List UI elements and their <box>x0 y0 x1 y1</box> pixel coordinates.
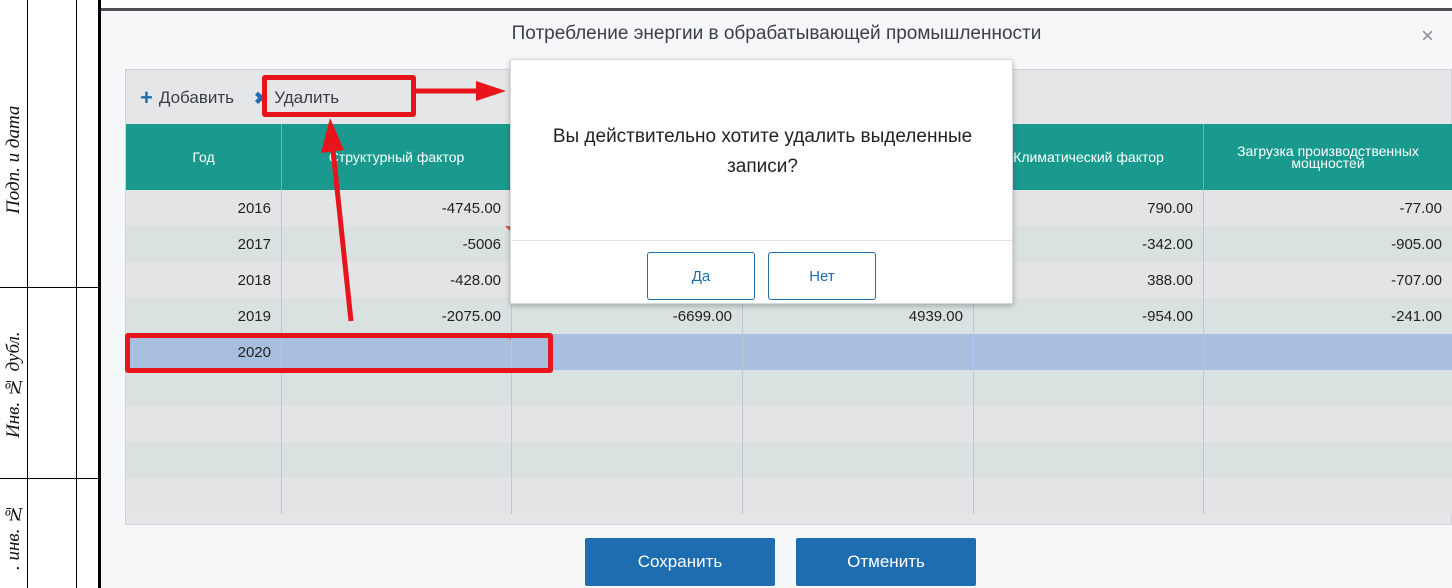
table-cell-year[interactable]: 2019 <box>126 298 282 334</box>
table-cell-c5[interactable] <box>1204 334 1452 370</box>
table-cell-c4[interactable] <box>974 478 1204 514</box>
delete-confirm-popup: Вы действительно хотите удалить выделенн… <box>510 59 1013 304</box>
column-header-structural[interactable]: Структурный фактор <box>282 124 512 190</box>
table-cell-c1[interactable] <box>282 406 512 442</box>
annotation-box-delete <box>262 75 416 117</box>
table-cell-year[interactable] <box>126 370 282 406</box>
column-header-capacity-load[interactable]: Загрузка производственных мощностей <box>1204 124 1452 190</box>
table-cell-c5[interactable]: -707.00 <box>1204 262 1452 298</box>
table-cell-year[interactable]: 2018 <box>126 262 282 298</box>
table-cell-c4[interactable] <box>974 334 1204 370</box>
table-cell-c4[interactable] <box>974 442 1204 478</box>
plus-icon: + <box>140 85 153 110</box>
table-cell-c2[interactable] <box>512 370 743 406</box>
table-cell-c2[interactable] <box>512 442 743 478</box>
table-cell-year[interactable] <box>126 442 282 478</box>
table-cell-c1[interactable] <box>282 370 512 406</box>
table-cell-year[interactable] <box>126 406 282 442</box>
table-cell-c3[interactable] <box>743 406 974 442</box>
margin-line <box>27 0 28 588</box>
stamp-label-dup-inv: Инв. № дубл. <box>3 331 24 439</box>
confirm-message: Вы действительно хотите удалить выделенн… <box>552 126 973 177</box>
margin-line <box>76 0 77 588</box>
table-cell-c3[interactable] <box>743 478 974 514</box>
table-cell-c3[interactable] <box>743 442 974 478</box>
table-cell-c1[interactable] <box>282 442 512 478</box>
table-cell-c1[interactable]: -5006 <box>282 226 512 262</box>
table-cell-c5[interactable] <box>1204 478 1452 514</box>
table-row[interactable] <box>126 442 1452 478</box>
table-cell-c1[interactable]: -428.00 <box>282 262 512 298</box>
table-cell-c3[interactable] <box>743 334 974 370</box>
margin-divider <box>0 287 99 288</box>
confirm-separator <box>511 240 1012 241</box>
table-cell-c5[interactable] <box>1204 442 1452 478</box>
add-button-label: Добавить <box>158 88 234 107</box>
table-row[interactable] <box>126 478 1452 514</box>
table-row[interactable] <box>126 406 1452 442</box>
column-header-year[interactable]: Год <box>126 124 282 190</box>
cancel-button[interactable]: Отменить <box>796 538 976 586</box>
document-margin-stamp: Подп. и дата Инв. № дубл. . инв. № <box>0 0 102 588</box>
confirm-yes-button[interactable]: Да <box>647 252 755 300</box>
close-icon[interactable]: × <box>1421 23 1434 49</box>
save-button[interactable]: Сохранить <box>585 538 775 586</box>
table-cell-c4[interactable] <box>974 406 1204 442</box>
dialog-title: Потребление энергии в обрабатывающей про… <box>511 23 1042 44</box>
table-cell-c5[interactable]: -241.00 <box>1204 298 1452 334</box>
annotation-box-selected-row <box>125 333 553 373</box>
table-cell-year[interactable] <box>126 478 282 514</box>
table-cell-c5[interactable] <box>1204 370 1452 406</box>
table-cell-c5[interactable] <box>1204 406 1452 442</box>
table-cell-c1[interactable]: -4745.00 <box>282 190 512 226</box>
table-row[interactable] <box>126 370 1452 406</box>
table-cell-c5[interactable]: -77.00 <box>1204 190 1452 226</box>
table-cell-c2[interactable] <box>512 478 743 514</box>
table-cell-year[interactable]: 2017 <box>126 226 282 262</box>
stamp-label-inv: . инв. № <box>3 502 24 570</box>
confirm-no-button[interactable]: Нет <box>768 252 876 300</box>
add-button[interactable]: + Добавить <box>140 87 234 109</box>
stamp-label-sign-date: Подп. и дата <box>3 105 24 215</box>
table-cell-c4[interactable] <box>974 370 1204 406</box>
table-cell-c3[interactable] <box>743 370 974 406</box>
table-cell-c5[interactable]: -905.00 <box>1204 226 1452 262</box>
table-cell-year[interactable]: 2016 <box>126 190 282 226</box>
table-cell-c1[interactable]: -2075.00 <box>282 298 512 334</box>
table-cell-c2[interactable] <box>512 406 743 442</box>
table-cell-c1[interactable] <box>282 478 512 514</box>
margin-divider <box>0 478 99 479</box>
